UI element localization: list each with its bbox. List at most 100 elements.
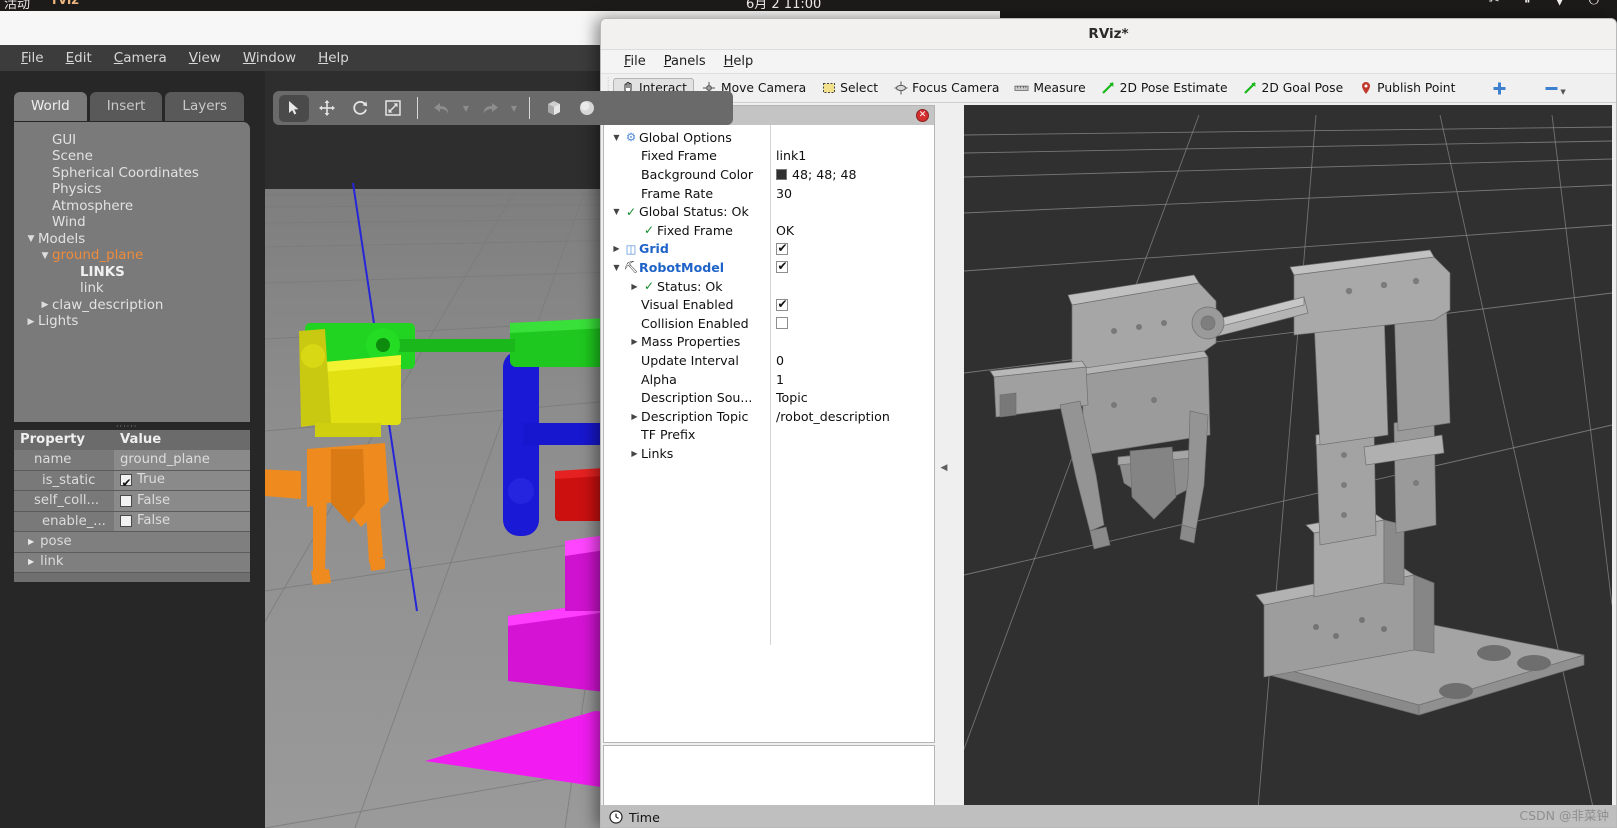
tree-twisty-icon[interactable]: ▼ (38, 251, 52, 261)
redo-icon[interactable] (475, 95, 505, 122)
gazebo-tree-item[interactable]: GUI (14, 132, 250, 149)
gazebo-tree-item[interactable]: LINKS (14, 264, 250, 281)
undo-icon[interactable] (427, 95, 457, 122)
display-property-row[interactable]: ✓ Fixed Frame OK (604, 221, 934, 240)
display-property-row[interactable]: ▶ Links (604, 444, 934, 463)
display-property-value-cell[interactable]: Topic (770, 390, 934, 405)
display-property-row[interactable]: Description Sou... Topic (604, 388, 934, 407)
expand-arrow-icon[interactable]: ▶ (628, 412, 641, 421)
gazebo-menu-view[interactable]: View (178, 47, 232, 69)
display-property-row[interactable]: Collision Enabled (604, 314, 934, 333)
tool-publish-point[interactable]: Publish Point (1351, 78, 1462, 99)
rviz-menu-help[interactable]: Help (715, 52, 763, 71)
tool-add-plus[interactable] (1485, 78, 1514, 99)
activities-label[interactable]: 活动 (4, 0, 30, 11)
display-property-value-cell[interactable] (770, 317, 934, 330)
display-property-value-cell[interactable]: 1 (770, 372, 934, 387)
expand-arrow-icon[interactable]: ▶ (628, 449, 641, 458)
gazebo-menu-help[interactable]: Help (307, 47, 360, 69)
gazebo-tree-item[interactable]: ▼ ground_plane (14, 248, 250, 265)
display-property-value-cell[interactable]: 30 (770, 186, 934, 201)
gazebo-property-row[interactable]: self_coll... False (14, 491, 250, 512)
expand-arrow-icon[interactable]: ▼ (610, 207, 623, 216)
display-property-row[interactable]: TF Prefix (604, 426, 934, 445)
panel-splitter-collapse[interactable]: ◀ (941, 423, 948, 513)
box-icon[interactable] (539, 95, 569, 122)
rviz-menu-file[interactable]: File (615, 52, 655, 71)
close-icon[interactable]: ✕ (916, 109, 929, 122)
rviz-titlebar[interactable]: RViz* (601, 19, 1616, 50)
system-clock[interactable]: 6月 2 11:00 (746, 0, 821, 11)
gazebo-menu-file[interactable]: File (10, 47, 55, 69)
property-value-cell[interactable]: False (114, 511, 250, 531)
sphere-icon[interactable] (572, 95, 602, 122)
expand-arrow-icon[interactable]: ▶ (628, 282, 641, 291)
display-property-value-cell[interactable]: OK (770, 223, 934, 238)
display-property-row[interactable]: Alpha 1 (604, 370, 934, 389)
active-app-label[interactable]: rviz (52, 0, 79, 8)
gazebo-property-row[interactable]: ▶ pose (14, 532, 250, 553)
expand-arrow-icon[interactable]: ▶ (28, 532, 34, 553)
gazebo-world-tree[interactable]: GUI Scene Spherical Coordinates Physics Atmo… (14, 122, 250, 422)
display-enable-checkbox[interactable] (776, 259, 788, 274)
gazebo-tree-item[interactable]: Wind (14, 215, 250, 232)
gazebo-menu-edit[interactable]: Edit (55, 47, 103, 69)
select-arrow-icon[interactable] (279, 94, 309, 122)
property-value-cell[interactable]: False (114, 491, 250, 511)
tool-focus-camera[interactable]: Focus Camera (886, 78, 1006, 99)
displays-tree[interactable]: ▼ ⚙ Global Options Fixed Frame link1 Backgrou… (604, 125, 934, 645)
gazebo-tree-item[interactable]: link (14, 281, 250, 298)
gazebo-property-row[interactable]: is_static True (14, 470, 250, 493)
display-property-row[interactable]: ▼ ⛏ RobotModel (604, 258, 934, 277)
expand-arrow-icon[interactable]: ▶ (610, 244, 623, 253)
display-enable-checkbox[interactable] (776, 297, 788, 311)
gazebo-property-row[interactable]: ▶ link (14, 552, 250, 573)
gazebo-tree-item[interactable]: ▶ Lights (14, 314, 250, 331)
display-property-row[interactable]: ▶ ✓ Status: Ok (604, 277, 934, 296)
display-property-value-cell[interactable]: /robot_description (770, 409, 934, 424)
property-checkbox[interactable] (120, 515, 132, 528)
tree-twisty-icon[interactable]: ▶ (24, 317, 38, 327)
undo-dropdown-caret-icon[interactable]: ▼ (460, 104, 472, 113)
property-value-cell[interactable]: ground_plane (114, 450, 250, 470)
expand-arrow-icon[interactable]: ▶ (28, 552, 34, 573)
display-property-row[interactable]: ▼ ⚙ Global Options (604, 128, 934, 147)
color-swatch[interactable] (776, 168, 787, 180)
translate-icon[interactable] (312, 95, 342, 122)
display-property-row[interactable]: ▶ Mass Properties (604, 333, 934, 352)
system-tray-icons[interactable]: ✂ ⏸ ▼ ⏻ (1489, 0, 1609, 8)
expand-arrow-icon[interactable]: ▼ (610, 133, 623, 142)
rotate-icon[interactable] (345, 95, 375, 122)
display-enable-checkbox[interactable] (776, 317, 788, 330)
gazebo-tree-item[interactable]: Physics (14, 182, 250, 199)
gazebo-tree-item[interactable]: Spherical Coordinates (14, 165, 250, 182)
display-property-row[interactable]: Fixed Frame link1 (604, 147, 934, 166)
display-enable-checkbox[interactable] (776, 241, 788, 255)
expand-arrow-icon[interactable]: ▼ (610, 263, 623, 272)
redo-dropdown-caret-icon[interactable]: ▼ (508, 104, 520, 113)
rviz-3d-viewport[interactable] (964, 105, 1612, 827)
display-property-value-cell[interactable]: 48; 48; 48 (770, 167, 934, 182)
tool-remove-minus[interactable]: ▼ (1537, 78, 1572, 99)
tree-twisty-icon[interactable]: ▶ (38, 300, 52, 310)
display-property-row[interactable]: Background Color 48; 48; 48 (604, 165, 934, 184)
gazebo-tree-item[interactable]: Scene (14, 149, 250, 166)
gazebo-property-row[interactable]: enable_... False (14, 511, 250, 532)
display-property-row[interactable]: Frame Rate 30 (604, 184, 934, 203)
tree-column-separator[interactable] (770, 125, 771, 645)
display-property-row[interactable]: ▼ ✓ Global Status: Ok (604, 202, 934, 221)
property-checkbox[interactable] (120, 494, 132, 507)
property-value-cell[interactable]: True (114, 470, 250, 493)
gazebo-tree-item[interactable]: ▶ claw_description (14, 297, 250, 314)
gazebo-menu-camera[interactable]: Camera (103, 47, 178, 69)
tree-twisty-icon[interactable]: ▼ (24, 234, 38, 244)
display-property-value-cell[interactable]: 0 (770, 353, 934, 368)
display-property-value-cell[interactable]: link1 (770, 148, 934, 163)
tool-2d-goal-pose[interactable]: 2D Goal Pose (1236, 78, 1351, 99)
property-checkbox[interactable] (120, 473, 132, 493)
gazebo-property-row[interactable]: name ground_plane (14, 450, 250, 471)
rviz-menu-panels[interactable]: Panels (655, 52, 715, 71)
expand-arrow-icon[interactable]: ▶ (628, 337, 641, 346)
tool-2d-pose-estimate[interactable]: 2D Pose Estimate (1094, 78, 1235, 99)
gazebo-tree-item[interactable]: ▼ Models (14, 231, 250, 248)
